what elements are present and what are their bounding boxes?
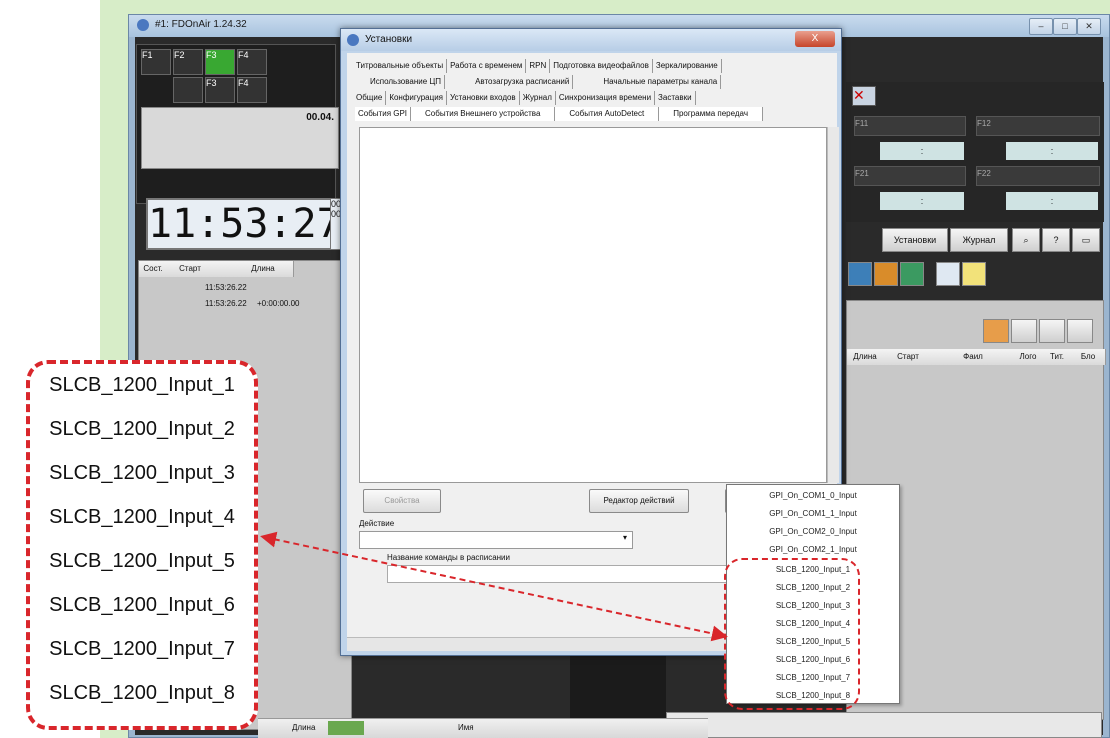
callout-arrow [260,531,728,642]
